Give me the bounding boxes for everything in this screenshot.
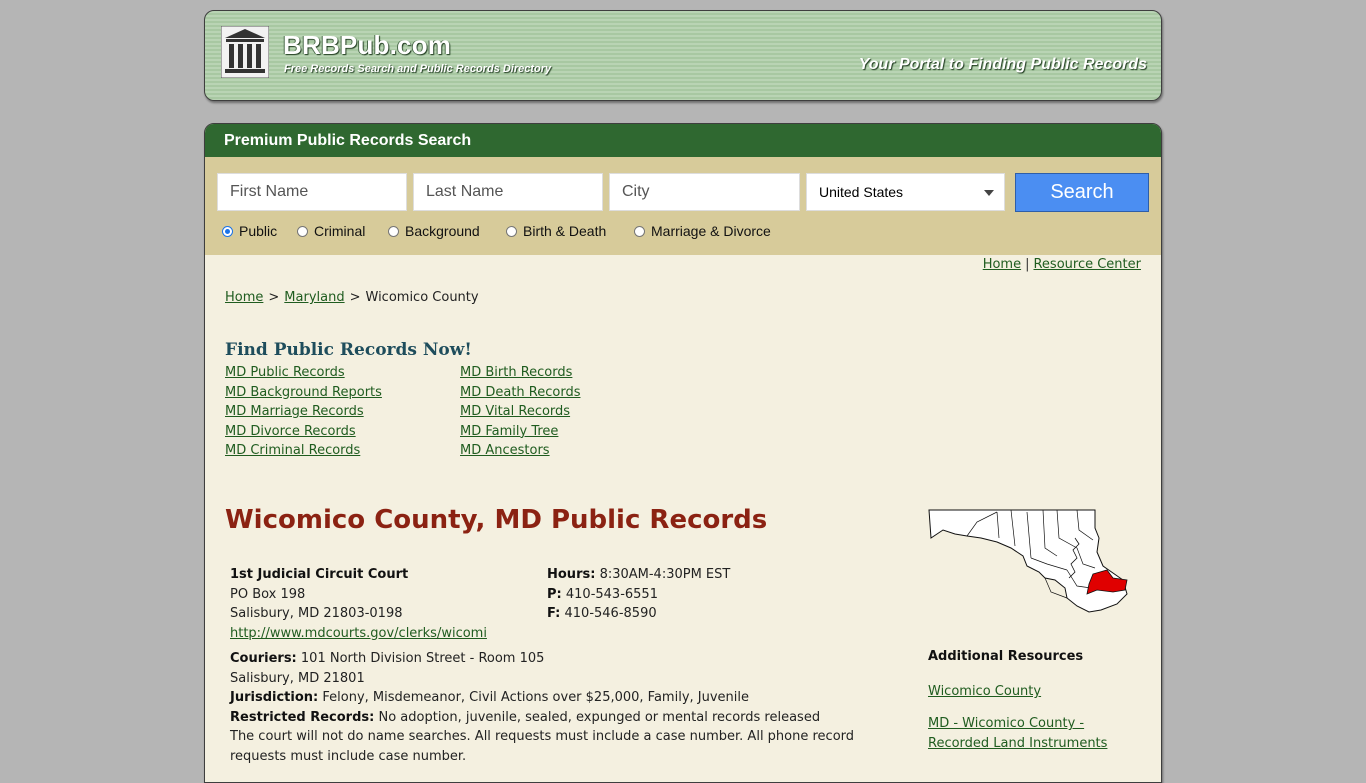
resource-center-link[interactable]: Resource Center bbox=[1033, 257, 1141, 272]
link-md-family-tree[interactable]: MD Family Tree bbox=[460, 422, 581, 442]
court-address-line2: Salisbury, MD 21803-0198 bbox=[230, 606, 403, 621]
link-md-criminal-records[interactable]: MD Criminal Records bbox=[225, 441, 382, 461]
additional-resources-list: Wicomico County bbox=[928, 682, 1041, 702]
link-separator: | bbox=[1025, 257, 1030, 272]
couriers-value: 101 North Division Street - Room 105 bbox=[300, 651, 545, 666]
breadcrumb-separator: > bbox=[268, 290, 280, 305]
city-input[interactable]: City bbox=[609, 173, 800, 211]
court-contact-block: Hours: 8:30AM-4:30PM EST P: 410-543-6551… bbox=[547, 565, 730, 624]
link-md-divorce-records[interactable]: MD Divorce Records bbox=[225, 422, 382, 442]
radio-marriage-divorce[interactable]: Marriage & Divorce bbox=[634, 223, 771, 239]
court-website-link[interactable]: http://www.mdcourts.gov/clerks/wicomi bbox=[230, 626, 487, 641]
jurisdiction-label: Jurisdiction: bbox=[230, 690, 319, 705]
find-records-heading: Find Public Records Now! bbox=[225, 340, 472, 360]
phone-value: 410-543-6551 bbox=[565, 586, 658, 602]
search-heading: Premium Public Records Search bbox=[205, 124, 1161, 157]
record-type-radios: Public Criminal Background Birth & Death… bbox=[205, 223, 1161, 243]
last-name-input[interactable]: Last Name bbox=[413, 173, 603, 211]
breadcrumb-maryland[interactable]: Maryland bbox=[284, 290, 344, 305]
link-md-marriage-records[interactable]: MD Marriage Records bbox=[225, 402, 382, 422]
couriers-city: Salisbury, MD 21801 bbox=[230, 670, 365, 686]
main-content: Premium Public Records Search First Name… bbox=[204, 123, 1162, 783]
radio-criminal[interactable]: Criminal bbox=[297, 223, 365, 239]
radio-dot-icon bbox=[506, 225, 517, 237]
court-address-block: 1st Judicial Circuit Court PO Box 198 Sa… bbox=[230, 565, 487, 643]
chevron-down-icon bbox=[984, 190, 994, 196]
breadcrumb-separator: > bbox=[349, 290, 361, 305]
link-md-ancestors[interactable]: MD Ancestors bbox=[460, 441, 581, 461]
restricted-label: Restricted Records: bbox=[230, 709, 375, 725]
first-name-input[interactable]: First Name bbox=[217, 173, 407, 211]
link-md-death-records[interactable]: MD Death Records bbox=[460, 383, 581, 403]
breadcrumb-current: Wicomico County bbox=[365, 290, 479, 305]
fax-value: 410-546-8590 bbox=[564, 606, 657, 621]
site-header: BRBPub.com Free Records Search and Publi… bbox=[204, 10, 1162, 101]
link-wicomico-county[interactable]: Wicomico County bbox=[928, 684, 1041, 699]
radio-label: Birth & Death bbox=[523, 223, 607, 239]
hours-value: 8:30AM-4:30PM EST bbox=[599, 567, 731, 582]
home-link[interactable]: Home bbox=[983, 257, 1021, 272]
country-selected-value: United States bbox=[819, 184, 904, 200]
restricted-value: No adoption, juvenile, sealed, expunged … bbox=[378, 709, 821, 725]
search-button[interactable]: Search bbox=[1015, 173, 1149, 212]
jurisdiction-value: Felony, Misdemeanor, Civil Actions over … bbox=[322, 690, 750, 705]
phone-label: P: bbox=[547, 586, 562, 602]
link-md-public-records[interactable]: MD Public Records bbox=[225, 363, 382, 383]
radio-dot-icon bbox=[297, 225, 308, 237]
additional-resources-list-2: MD - Wicomico County - Recorded Land Ins… bbox=[928, 714, 1128, 754]
radio-background[interactable]: Background bbox=[388, 223, 480, 239]
top-links: Home | Resource Center bbox=[983, 257, 1141, 272]
radio-label: Criminal bbox=[314, 223, 366, 239]
radio-dot-icon bbox=[388, 225, 399, 237]
link-md-vital-records[interactable]: MD Vital Records bbox=[460, 402, 581, 422]
radio-dot-icon bbox=[634, 225, 645, 237]
breadcrumb-home[interactable]: Home bbox=[225, 290, 263, 305]
maryland-map-image bbox=[928, 509, 1128, 613]
radio-label: Public bbox=[239, 223, 278, 239]
country-select[interactable]: United States bbox=[806, 173, 1005, 211]
records-links-left: MD Public Records MD Background Reports … bbox=[225, 363, 382, 461]
hours-label: Hours: bbox=[547, 567, 596, 582]
radio-label: Marriage & Divorce bbox=[651, 223, 771, 239]
tagline: Your Portal to Finding Public Records bbox=[858, 56, 1147, 73]
radio-public[interactable]: Public bbox=[222, 223, 277, 239]
court-note: The court will not do name searches. All… bbox=[230, 729, 855, 764]
link-md-birth-records[interactable]: MD Birth Records bbox=[460, 363, 581, 383]
records-links-right: MD Birth Records MD Death Records MD Vit… bbox=[460, 363, 581, 461]
link-md-background-reports[interactable]: MD Background Reports bbox=[225, 383, 382, 403]
court-details-block: Couriers: 101 North Division Street - Ro… bbox=[230, 649, 880, 766]
brand-subtitle: Free Records Search and Public Records D… bbox=[284, 63, 552, 75]
breadcrumb: Home > Maryland > Wicomico County bbox=[225, 290, 479, 305]
court-address-line1: PO Box 198 bbox=[230, 586, 306, 602]
radio-label: Background bbox=[405, 223, 480, 239]
page-title: Wicomico County, MD Public Records bbox=[225, 505, 768, 535]
fax-label: F: bbox=[547, 606, 561, 621]
brand-name[interactable]: BRBPub.com bbox=[283, 30, 451, 61]
link-recorded-land-instruments[interactable]: MD - Wicomico County - Recorded Land Ins… bbox=[928, 716, 1107, 751]
radio-dot-icon bbox=[222, 225, 233, 237]
building-logo-icon[interactable] bbox=[221, 26, 269, 78]
additional-resources-heading: Additional Resources bbox=[928, 649, 1084, 664]
radio-birth-death[interactable]: Birth & Death bbox=[506, 223, 606, 239]
court-name: 1st Judicial Circuit Court bbox=[230, 567, 409, 582]
couriers-label: Couriers: bbox=[230, 651, 297, 666]
search-form: First Name Last Name City United States … bbox=[205, 157, 1161, 255]
